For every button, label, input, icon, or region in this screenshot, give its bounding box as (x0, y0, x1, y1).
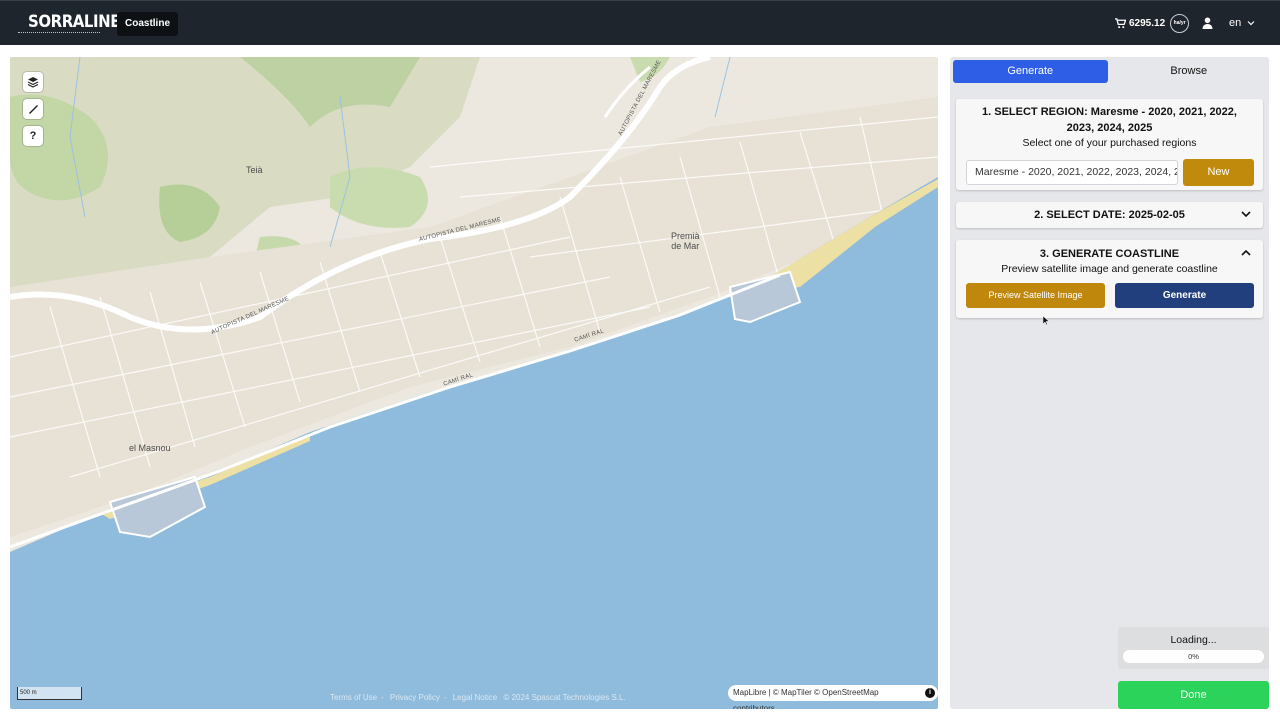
top-navbar: SORRALINE Coastline 6295.12 ha/yr en (0, 0, 1280, 45)
chevron-down-icon[interactable] (1241, 210, 1251, 218)
tab-browse[interactable]: Browse (1112, 60, 1267, 83)
nav-coastline[interactable]: Coastline (117, 12, 179, 36)
copyright-text: © 2024 Spascat Technologies S.L. (503, 693, 626, 702)
chevron-up-icon[interactable] (1241, 249, 1251, 257)
ruler-icon (29, 105, 38, 114)
step-select-date[interactable]: 2. SELECT DATE: 2025-02-05 (956, 202, 1263, 228)
map-view[interactable]: ? Teià Premià de Mar el Masnou AUTOPISTA… (10, 57, 938, 709)
control-panel: Generate Browse 1. SELECT REGION: Maresm… (950, 57, 1269, 709)
terms-link[interactable]: Terms of Use (330, 693, 377, 702)
map-canvas[interactable] (10, 57, 938, 709)
layers-icon (27, 77, 39, 88)
logo-underline (18, 32, 100, 35)
generate-button[interactable]: Generate (1115, 283, 1254, 308)
legal-link[interactable]: Legal Notice (453, 693, 497, 702)
cart-icon (1115, 18, 1126, 29)
progress-bar: 0% (1123, 650, 1264, 663)
map-footer-links: Terms of Use - Privacy Policy - Legal Noti… (330, 693, 626, 702)
progress-label: 0% (1188, 652, 1199, 661)
info-icon[interactable]: i (925, 688, 935, 698)
tab-generate[interactable]: Generate (953, 60, 1108, 83)
step2-title: 2. SELECT DATE: 2025-02-05 (1034, 209, 1185, 221)
step3-subtitle: Preview satellite image and generate coa… (1001, 263, 1218, 275)
preview-satellite-button[interactable]: Preview Satellite Image (966, 283, 1105, 308)
help-button[interactable]: ? (23, 126, 43, 146)
done-button[interactable]: Done (1118, 681, 1269, 709)
step1-subtitle: Select one of your purchased regions (1022, 137, 1197, 149)
privacy-link[interactable]: Privacy Policy (390, 693, 440, 702)
step-generate-coastline: 3. GENERATE COASTLINE Preview satellite … (956, 240, 1263, 318)
measure-button[interactable] (23, 99, 43, 119)
new-region-button[interactable]: New (1183, 159, 1254, 186)
logo-text: SORRALINE (28, 12, 120, 32)
user-icon[interactable] (1202, 17, 1213, 29)
region-select[interactable]: Maresme - 2020, 2021, 2022, 2023, 2024, … (966, 160, 1178, 185)
language-label: en (1229, 17, 1242, 29)
loading-indicator: Loading... 0% (1118, 627, 1269, 669)
place-label-masnou: el Masnou (129, 443, 171, 453)
step3-title: 3. GENERATE COASTLINE (1039, 248, 1180, 260)
cart-amount: 6295.12 (1129, 18, 1166, 29)
loading-text: Loading... (1170, 634, 1217, 646)
panel-tabs: Generate Browse (953, 60, 1266, 83)
logo[interactable]: SORRALINE (18, 9, 120, 35)
step1-title: 1. SELECT REGION: Maresme - 2020, 2021, … (982, 106, 1237, 134)
place-label-premia: Premià de Mar (671, 231, 700, 251)
place-label-teia: Teià (246, 165, 263, 175)
language-selector[interactable]: en (1229, 17, 1255, 29)
cart-balance[interactable]: 6295.12 ha/yr (1115, 14, 1190, 33)
map-scale: 500 m (17, 687, 82, 700)
unit-badge: ha/yr (1170, 14, 1190, 33)
layers-button[interactable] (23, 72, 43, 92)
chevron-down-icon (1247, 21, 1255, 26)
map-attribution: MapLibre | © MapTiler © OpenStreetMap co… (728, 685, 938, 709)
step-select-region: 1. SELECT REGION: Maresme - 2020, 2021, … (956, 99, 1263, 190)
mouse-cursor-icon (1043, 316, 1049, 326)
